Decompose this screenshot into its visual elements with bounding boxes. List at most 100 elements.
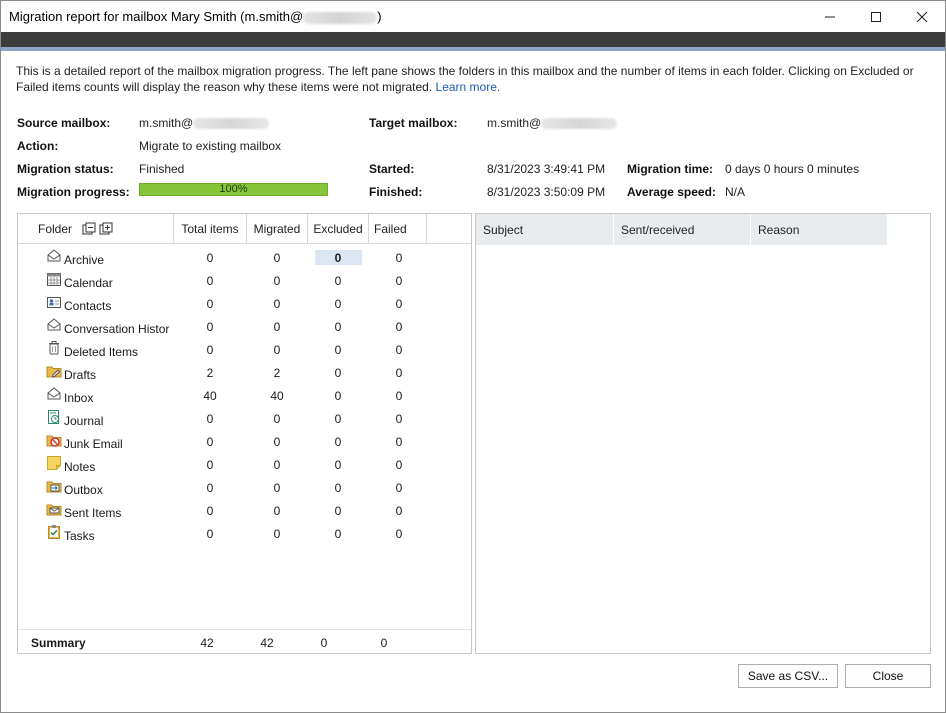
- target-mailbox-text: m.smith@: [487, 116, 542, 130]
- cell-failed[interactable]: 0: [369, 251, 429, 265]
- cell-failed[interactable]: 0: [369, 366, 429, 380]
- cell-migrated: 0: [273, 343, 281, 357]
- folder-row-tasks[interactable]: Tasks 0 0 0 0: [18, 522, 471, 545]
- folder-row-conversation-histor[interactable]: Conversation Histor 0 0 0 0: [18, 315, 471, 338]
- folder-row-deleted-items[interactable]: Deleted Items 0 0 0 0: [18, 338, 471, 361]
- minimize-button[interactable]: [807, 1, 853, 32]
- envelope-icon: [46, 248, 62, 264]
- cell-migrated: 0: [273, 458, 281, 472]
- window-title-prefix: Migration report for mailbox Mary Smith …: [9, 9, 304, 24]
- folder-name: Tasks: [64, 529, 95, 543]
- item-details-table: Subject Sent/received Reason: [475, 213, 931, 654]
- column-header-sent-received[interactable]: Sent/received: [614, 214, 751, 245]
- folder-name: Notes: [64, 460, 96, 474]
- folder-row-outbox[interactable]: Outbox 0 0 0 0: [18, 476, 471, 499]
- cell-failed[interactable]: 0: [369, 435, 429, 449]
- column-header-migrated-label: Migrated: [253, 221, 301, 236]
- folder-row-sent-items[interactable]: Sent Items 0 0 0 0: [18, 499, 471, 522]
- cell-total: 0: [206, 504, 214, 518]
- cell-total: 0: [206, 481, 214, 495]
- cell-total: 0: [206, 412, 214, 426]
- cell-migrated: 0: [273, 412, 281, 426]
- redacted-domain: [541, 118, 618, 130]
- cell-excluded[interactable]: 0: [308, 435, 368, 449]
- close-window-button[interactable]: [899, 1, 945, 32]
- title-bar[interactable]: Migration report for mailbox Mary Smith …: [1, 1, 945, 32]
- cell-failed[interactable]: 0: [369, 389, 429, 403]
- folder-row-notes[interactable]: Notes 0 0 0 0: [18, 453, 471, 476]
- folder-table: Folder Total items Migrated Excluded Fai…: [17, 213, 472, 654]
- column-header-total[interactable]: Total items: [174, 214, 247, 244]
- task-clipboard-icon: [46, 524, 62, 540]
- source-mailbox-label: Source mailbox:: [17, 116, 111, 130]
- cell-failed[interactable]: 0: [369, 343, 429, 357]
- cell-excluded[interactable]: 0: [308, 274, 368, 288]
- cell-failed[interactable]: 0: [369, 481, 429, 495]
- cell-excluded[interactable]: 0: [308, 458, 368, 472]
- learn-more-link[interactable]: Learn more.: [436, 80, 501, 94]
- cell-excluded[interactable]: 0: [308, 251, 368, 265]
- folder-row-junk-email[interactable]: Junk Email 0 0 0 0: [18, 430, 471, 453]
- folder-row-inbox[interactable]: Inbox 40 40 0 0: [18, 384, 471, 407]
- cell-excluded[interactable]: 0: [308, 481, 368, 495]
- outbox-icon: [46, 478, 62, 494]
- sent-folder-icon: [46, 501, 62, 517]
- cell-total: 0: [206, 435, 214, 449]
- cell-total: 2: [206, 366, 214, 380]
- save-as-csv-button[interactable]: Save as CSV...: [738, 664, 838, 688]
- cell-total: 0: [206, 343, 214, 357]
- folder-name: Journal: [64, 414, 104, 428]
- cell-excluded[interactable]: 0: [308, 366, 368, 380]
- cell-excluded[interactable]: 0: [308, 527, 368, 541]
- action-label: Action:: [17, 139, 59, 153]
- summary-label: Summary: [31, 636, 86, 650]
- cell-total: 0: [206, 458, 214, 472]
- cell-excluded[interactable]: 0: [308, 320, 368, 334]
- column-header-migrated[interactable]: Migrated: [247, 214, 308, 244]
- expand-all-icon[interactable]: [82, 222, 96, 236]
- column-header-folder[interactable]: Folder: [18, 214, 174, 244]
- cell-failed[interactable]: 0: [369, 297, 429, 311]
- cell-migrated: 2: [273, 366, 281, 380]
- cell-failed[interactable]: 0: [369, 504, 429, 518]
- maximize-icon: [871, 11, 881, 22]
- column-header-excluded[interactable]: Excluded: [308, 214, 369, 244]
- folder-row-calendar[interactable]: Calendar 0 0 0 0: [18, 269, 471, 292]
- column-header-total-label: Total items: [181, 221, 239, 236]
- cell-failed[interactable]: 0: [369, 320, 429, 334]
- collapse-all-icon[interactable]: [99, 222, 113, 236]
- journal-icon: [46, 409, 62, 425]
- summary-excluded: 0: [320, 636, 328, 650]
- folder-name: Archive: [64, 253, 105, 267]
- sticky-note-icon: [46, 455, 62, 471]
- close-icon: [916, 11, 928, 22]
- folder-row-contacts[interactable]: Contacts 0 0 0 0: [18, 292, 471, 315]
- migration-time-label: Migration time:: [627, 162, 713, 176]
- cell-excluded[interactable]: 0: [308, 389, 368, 403]
- column-header-reason[interactable]: Reason: [751, 214, 888, 245]
- column-header-subject[interactable]: Subject: [476, 214, 614, 245]
- folder-row-archive[interactable]: Archive 0 0 0 0: [18, 246, 471, 269]
- column-header-failed[interactable]: Failed: [369, 214, 427, 244]
- cell-failed[interactable]: 0: [369, 527, 429, 541]
- folder-row-drafts[interactable]: Drafts 2 2 0 0: [18, 361, 471, 384]
- column-header-spacer: [427, 214, 471, 244]
- cell-failed[interactable]: 0: [369, 458, 429, 472]
- cell-excluded[interactable]: 0: [308, 343, 368, 357]
- maximize-button[interactable]: [853, 1, 899, 32]
- cell-migrated: 0: [273, 274, 281, 288]
- summary-total: 42: [200, 636, 214, 650]
- cell-migrated: 0: [273, 297, 281, 311]
- close-button[interactable]: Close: [845, 664, 931, 688]
- cell-excluded[interactable]: 0: [308, 412, 368, 426]
- cell-failed[interactable]: 0: [369, 274, 429, 288]
- started-label: Started:: [369, 162, 415, 176]
- cell-excluded[interactable]: 0: [308, 297, 368, 311]
- folder-row-journal[interactable]: Journal 0 0 0 0: [18, 407, 471, 430]
- cell-failed[interactable]: 0: [369, 412, 429, 426]
- cell-excluded[interactable]: 0: [308, 504, 368, 518]
- migration-report-window: Migration report for mailbox Mary Smith …: [0, 0, 946, 713]
- envelope-icon: [46, 317, 62, 333]
- column-header-reason-label: Reason: [758, 222, 800, 237]
- started-value: 8/31/2023 3:49:41 PM: [487, 162, 606, 176]
